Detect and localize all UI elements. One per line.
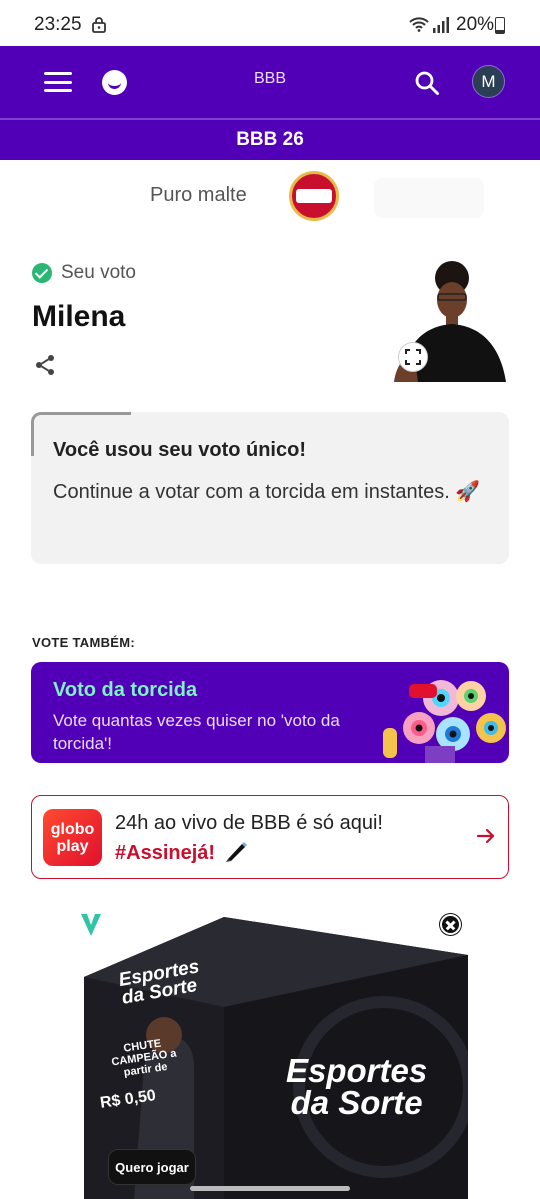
wifi-icon bbox=[409, 17, 429, 32]
amstel-logo-icon[interactable] bbox=[289, 171, 339, 221]
lock-icon bbox=[92, 17, 106, 33]
torcida-title: Voto da torcida bbox=[53, 679, 198, 701]
vote-notice-card: Você usou seu voto único! Continue a vot… bbox=[31, 412, 509, 564]
sponsor-strip: Puro malte bbox=[0, 168, 540, 224]
header-brand[interactable]: BBB bbox=[0, 70, 540, 88]
globoplay-banner[interactable]: globo play 24h ao vivo de BBB é só aqui!… bbox=[31, 795, 509, 879]
battery-icon bbox=[495, 17, 505, 34]
notice-body: Continue a votar com a torcida em instan… bbox=[53, 481, 481, 503]
advertisement[interactable]: Esportes da Sorte CHUTE CAMPEÃO a partir… bbox=[0, 905, 540, 1199]
bbb-eye-characters-illustration bbox=[383, 680, 506, 763]
globoplay-logo-line2: play bbox=[56, 838, 89, 855]
ad-cta-button[interactable]: Quero jogar bbox=[108, 1149, 196, 1185]
page: 23:25 20% BBB M BBB 26 Puro malte Seu vo… bbox=[0, 0, 540, 1199]
expand-icon[interactable] bbox=[398, 342, 428, 372]
check-circle-icon bbox=[32, 263, 52, 283]
sponsor-label: Puro malte bbox=[150, 184, 247, 206]
ad-close-icon[interactable] bbox=[440, 914, 461, 935]
arrow-right-icon[interactable] bbox=[476, 826, 496, 846]
ad-brand-large-line2: da Sorte bbox=[290, 1084, 423, 1121]
ad-brand-large: Esportes da Sorte bbox=[286, 1054, 427, 1121]
vote-also-heading: VOTE TAMBÉM: bbox=[32, 635, 136, 650]
globoplay-logo-line1: globo bbox=[50, 821, 95, 838]
vote-summary: Seu voto Milena bbox=[0, 256, 540, 386]
program-title-bar[interactable]: BBB 26 bbox=[0, 120, 540, 160]
battery-percent: 20% bbox=[456, 14, 495, 35]
top-header: BBB M bbox=[0, 46, 540, 120]
voto-torcida-banner[interactable]: Voto da torcida Vote quantas vezes quise… bbox=[31, 662, 509, 763]
globoplay-headline: 24h ao vivo de BBB é só aqui! bbox=[115, 812, 383, 834]
signal-icon bbox=[433, 17, 449, 33]
home-indicator[interactable] bbox=[190, 1186, 350, 1191]
status-time: 23:25 bbox=[34, 14, 82, 35]
faded-sponsor-logo bbox=[374, 178, 484, 218]
globoplay-cta-text: #Assinejá! bbox=[115, 842, 216, 864]
vote-status-label: Seu voto bbox=[61, 262, 136, 283]
search-icon[interactable] bbox=[414, 70, 440, 96]
status-bar: 23:25 20% bbox=[0, 0, 540, 46]
globoplay-logo: globo play bbox=[43, 809, 102, 866]
notice-title: Você usou seu voto único! bbox=[53, 439, 306, 461]
torcida-subtitle: Vote quantas vezes quiser no 'voto da to… bbox=[53, 711, 340, 753]
participant-name: Milena bbox=[32, 300, 126, 333]
user-avatar[interactable]: M bbox=[472, 65, 505, 98]
pen-icon bbox=[226, 842, 247, 862]
share-icon[interactable] bbox=[33, 353, 57, 377]
